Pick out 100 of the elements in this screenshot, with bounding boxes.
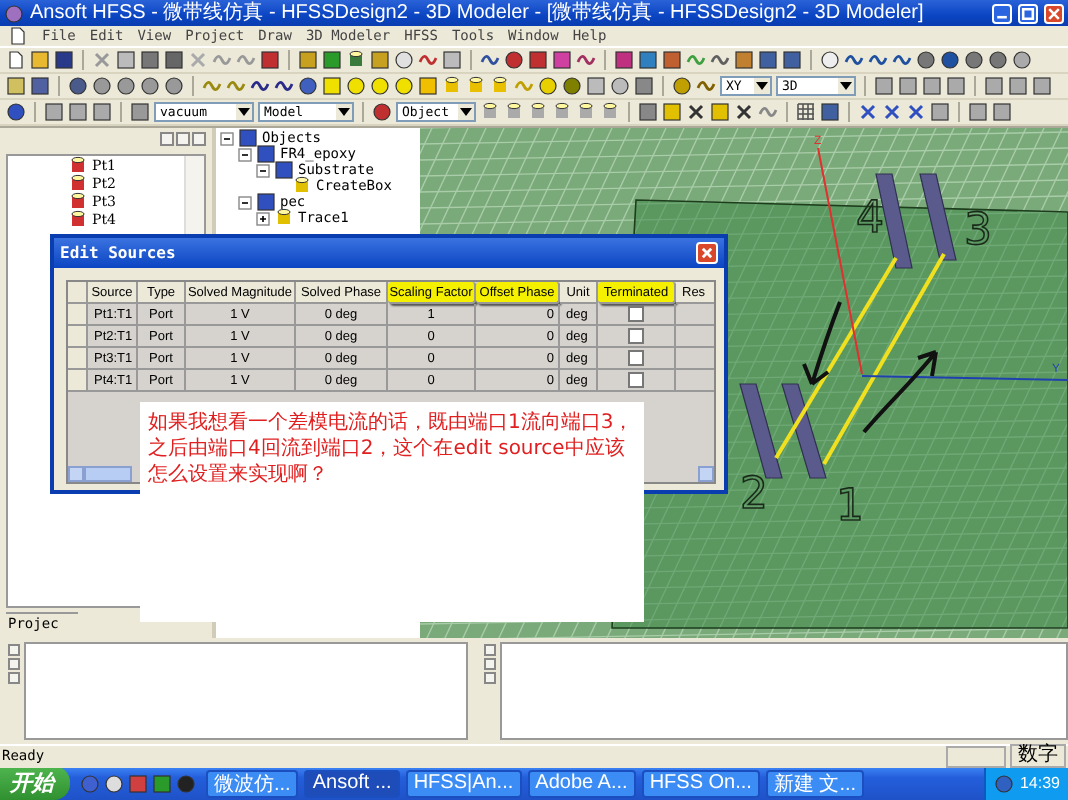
square-icon[interactable] [820, 102, 840, 123]
square-icon[interactable] [662, 102, 682, 123]
square-icon[interactable] [552, 50, 572, 71]
grid-icon[interactable] [796, 102, 816, 123]
square-icon[interactable] [634, 76, 654, 97]
collapse-icon[interactable] [256, 163, 270, 178]
square-icon[interactable] [322, 50, 342, 71]
cylinder-icon[interactable] [600, 102, 620, 123]
cylinder-icon[interactable] [490, 76, 510, 97]
square-icon[interactable] [418, 76, 438, 97]
cylinder-icon[interactable] [576, 102, 596, 123]
square-icon[interactable] [68, 102, 88, 123]
circle-icon[interactable] [116, 76, 136, 97]
square-icon[interactable] [984, 76, 1004, 97]
checkbox[interactable] [628, 306, 644, 322]
cylinder-icon[interactable] [346, 50, 366, 71]
close-button[interactable] [696, 242, 718, 264]
circle-icon[interactable] [940, 50, 960, 71]
circle-icon[interactable] [68, 76, 88, 97]
curve-icon[interactable] [250, 76, 270, 97]
cylinder-icon[interactable] [466, 76, 486, 97]
circle-icon[interactable] [6, 102, 26, 123]
square-icon[interactable] [734, 50, 754, 71]
quick-launch-icon[interactable] [104, 773, 124, 794]
tray-icon[interactable] [993, 773, 1014, 794]
square-icon[interactable] [140, 50, 160, 71]
trace-line[interactable] [822, 253, 946, 466]
circle-icon[interactable] [964, 50, 984, 71]
curve-icon[interactable] [480, 50, 500, 71]
taskbar-button[interactable]: Ansoft ... [304, 769, 400, 798]
square-icon[interactable] [1032, 76, 1052, 97]
circle-icon[interactable] [394, 76, 414, 97]
panel-close-button[interactable] [192, 132, 206, 147]
cross-icon[interactable] [906, 102, 926, 123]
cross-icon[interactable] [858, 102, 878, 123]
cylinder-icon[interactable] [528, 102, 548, 123]
cylinder-icon[interactable] [480, 102, 500, 123]
pane-close-button[interactable] [8, 644, 20, 657]
panel-restore-button[interactable] [176, 132, 190, 147]
square-icon[interactable] [638, 102, 658, 123]
curve-icon[interactable] [418, 50, 438, 71]
square-icon[interactable] [92, 102, 112, 123]
checkbox[interactable] [628, 372, 644, 388]
square-icon[interactable] [30, 76, 50, 97]
square-icon[interactable] [874, 76, 894, 97]
collapse-icon[interactable] [238, 195, 252, 210]
square-icon[interactable] [898, 76, 918, 97]
square-icon[interactable] [758, 50, 778, 71]
circle-icon[interactable] [164, 76, 184, 97]
cross-icon[interactable] [882, 102, 902, 123]
scrollbar-thumb[interactable] [84, 466, 132, 482]
circle-icon[interactable] [672, 76, 692, 97]
circle-icon[interactable] [298, 76, 318, 97]
square-icon[interactable] [260, 50, 280, 71]
expand-icon[interactable] [256, 211, 270, 226]
square-icon[interactable] [44, 102, 64, 123]
curve-icon[interactable] [576, 50, 596, 71]
collapse-icon[interactable] [220, 131, 234, 146]
close-button[interactable] [1044, 3, 1064, 23]
circle-icon[interactable] [370, 76, 390, 97]
circle-icon[interactable] [92, 76, 112, 97]
circle-icon[interactable] [394, 50, 414, 71]
circle-icon[interactable] [538, 76, 558, 97]
square-icon[interactable] [922, 76, 942, 97]
square-icon[interactable] [782, 50, 802, 71]
checkbox[interactable] [628, 328, 644, 344]
square-icon[interactable] [946, 76, 966, 97]
checkbox[interactable] [628, 350, 644, 366]
minimize-button[interactable] [992, 3, 1012, 23]
pane-close-button[interactable] [484, 644, 496, 657]
circle-icon[interactable] [372, 102, 392, 123]
circle-icon[interactable] [346, 76, 366, 97]
cylinder-icon[interactable] [442, 76, 462, 97]
square-icon[interactable] [930, 102, 950, 123]
square-icon[interactable] [638, 50, 658, 71]
square-icon[interactable] [370, 50, 390, 71]
cross-icon[interactable] [734, 102, 754, 123]
square-icon[interactable] [992, 102, 1012, 123]
port-sheet[interactable] [781, 384, 827, 480]
square-icon[interactable] [662, 50, 682, 71]
circle-icon[interactable] [988, 50, 1008, 71]
square-icon[interactable] [298, 50, 318, 71]
square-icon[interactable] [1008, 76, 1028, 97]
port-sheet[interactable] [919, 174, 957, 262]
panel-minimize-button[interactable] [160, 132, 174, 147]
square-icon[interactable] [528, 50, 548, 71]
circle-icon[interactable] [916, 50, 936, 71]
square-icon[interactable] [586, 76, 606, 97]
cylinder-icon[interactable] [504, 102, 524, 123]
square-icon[interactable] [710, 102, 730, 123]
square-icon[interactable] [614, 50, 634, 71]
square-icon[interactable] [968, 102, 988, 123]
curve-icon[interactable] [892, 50, 912, 71]
circle-icon[interactable] [820, 50, 840, 71]
square-icon[interactable] [54, 50, 74, 71]
square-icon[interactable] [6, 76, 26, 97]
page-icon[interactable] [6, 50, 26, 71]
circle-icon[interactable] [562, 76, 582, 97]
circle-icon[interactable] [610, 76, 630, 97]
pane-arrow-button[interactable] [484, 672, 496, 685]
